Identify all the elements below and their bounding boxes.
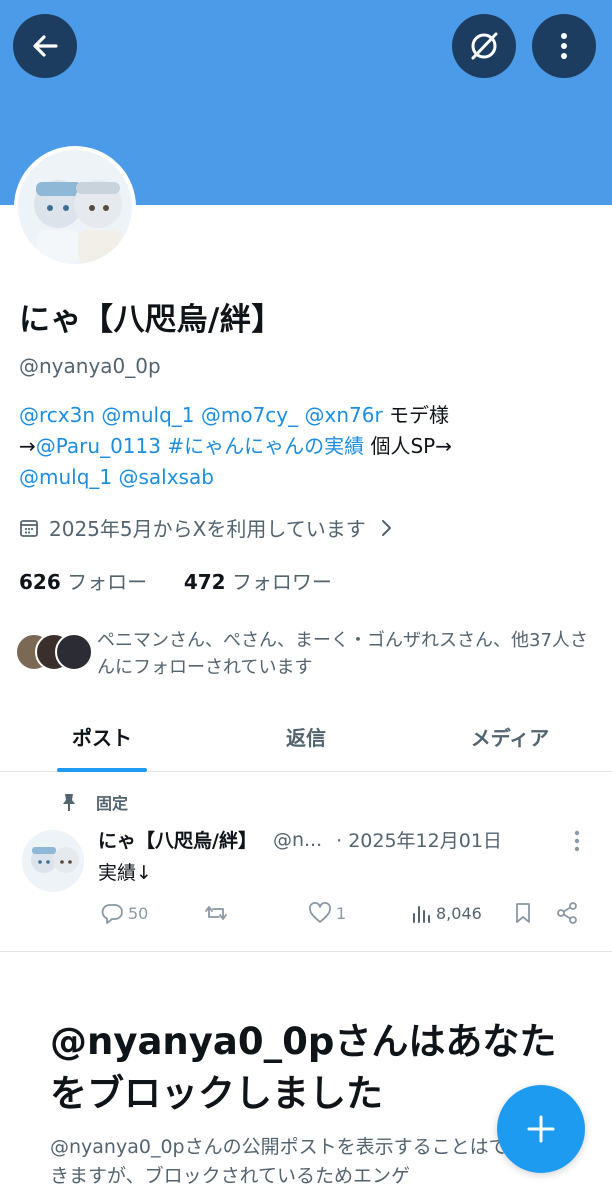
reply-button[interactable]: 50 (100, 902, 148, 924)
repost-icon (205, 906, 227, 920)
display-name: にゃ【八咫烏/絆】 (19, 302, 283, 338)
post-date[interactable]: · 2025年12月01日 (336, 826, 502, 853)
followers-count: 472 (183, 570, 226, 594)
more-vertical-icon (561, 33, 567, 59)
joined-date[interactable]: 2025年5月からXを利用しています (19, 513, 392, 542)
bookmark-icon (516, 903, 530, 923)
calendar-icon (20, 519, 38, 537)
plus-icon (527, 1115, 555, 1143)
tab-replies-label: 返信 (286, 726, 326, 750)
post-text: 実績↓ (98, 862, 152, 884)
followers-label: フォロワー (231, 570, 332, 594)
chevron-right-icon (381, 519, 391, 536)
tab-posts[interactable]: ポスト (0, 700, 204, 772)
followers-you-know[interactable]: ペニマンさん、ぺさん、まーく・ゴんザれスさん、他37人さんにフォローされています (15, 627, 597, 681)
pinned-indicator: 固定 (60, 790, 128, 814)
joined-text: 2025年5月からXを利用しています (49, 517, 366, 541)
mutual-avatars (15, 627, 93, 673)
post-author-handle[interactable]: @n... (273, 829, 322, 851)
repost-button[interactable] (204, 902, 228, 924)
compose-post-button[interactable] (497, 1085, 585, 1173)
bio-mentions-line3[interactable]: @mulq_1 @salxsab (19, 465, 214, 489)
back-button[interactable] (13, 14, 77, 78)
tab-media[interactable]: メディア (408, 700, 612, 771)
heart-icon (309, 902, 331, 923)
section-divider (0, 951, 612, 952)
profile-avatar[interactable] (14, 146, 136, 268)
followers-link[interactable]: 472 フォロワー (184, 570, 332, 594)
grok-button[interactable] (452, 14, 516, 78)
following-label: フォロー (67, 570, 148, 594)
pin-icon (63, 794, 75, 811)
views-button[interactable]: 8,046 (410, 902, 482, 924)
post-header: にゃ【八咫烏/絆】 @n... · 2025年12月01日 (98, 826, 502, 853)
post-author-avatar[interactable] (22, 830, 84, 892)
post-author-name[interactable]: にゃ【八咫烏/絆】 (98, 826, 257, 853)
reply-icon (101, 904, 123, 924)
more-options-button[interactable] (532, 14, 596, 78)
bio-links-line2[interactable]: @Paru_0113 #にゃんにゃんの実績 (36, 434, 364, 458)
blocked-title: @nyanya0_0pさんはあなたをブロックしました (50, 1020, 557, 1115)
bar-chart-icon (413, 906, 430, 923)
post-more-button[interactable] (572, 830, 582, 856)
more-vertical-icon (574, 830, 580, 852)
following-link[interactable]: 626 フォロー (19, 570, 147, 594)
tab-media-label: メディア (470, 726, 550, 750)
bio-arrow: → (19, 434, 36, 458)
active-tab-indicator (57, 768, 147, 772)
pinned-label: 固定 (96, 794, 129, 813)
tab-posts-label: ポスト (72, 726, 132, 750)
bio-mentions-line1[interactable]: @rcx3n @mulq_1 @mo7cy_ @xn76r (19, 403, 383, 427)
post-avatar-illustration (22, 830, 84, 892)
tab-replies[interactable]: 返信 (204, 700, 408, 771)
like-count: 1 (336, 903, 347, 923)
profile-handle: @nyanya0_0p (19, 354, 161, 378)
grok-slash-circle-icon (471, 32, 498, 60)
mutual-avatar (55, 633, 93, 671)
profile-bio: @rcx3n @mulq_1 @mo7cy_ @xn76r モデ様 →@Paru… (19, 400, 579, 493)
profile-tabs: ポスト 返信 メディア (0, 700, 612, 772)
follow-counts: 626 フォロー 472 フォロワー (19, 566, 332, 595)
bookmark-button[interactable] (513, 902, 533, 924)
like-button[interactable]: 1 (308, 902, 346, 924)
share-icon (557, 902, 577, 924)
followed-by-text: ペニマンさん、ぺさん、まーく・ゴんザれスさん、他37人さんにフォローされています (97, 630, 588, 678)
view-count: 8,046 (436, 903, 482, 923)
avatar-illustration (18, 150, 132, 264)
bio-text-line1: モデ様 (382, 403, 450, 427)
share-button[interactable] (556, 902, 578, 924)
blocked-description: @nyanya0_0pさんの公開ポストを表示することはできますが、ブロックされて… (50, 1136, 508, 1187)
reply-count: 50 (128, 903, 149, 923)
arrow-left-icon (33, 35, 58, 57)
bio-text-line2: 個人SP→ (364, 434, 452, 458)
post-actions: 50 1 8,046 (100, 902, 590, 930)
following-count: 626 (19, 570, 61, 594)
